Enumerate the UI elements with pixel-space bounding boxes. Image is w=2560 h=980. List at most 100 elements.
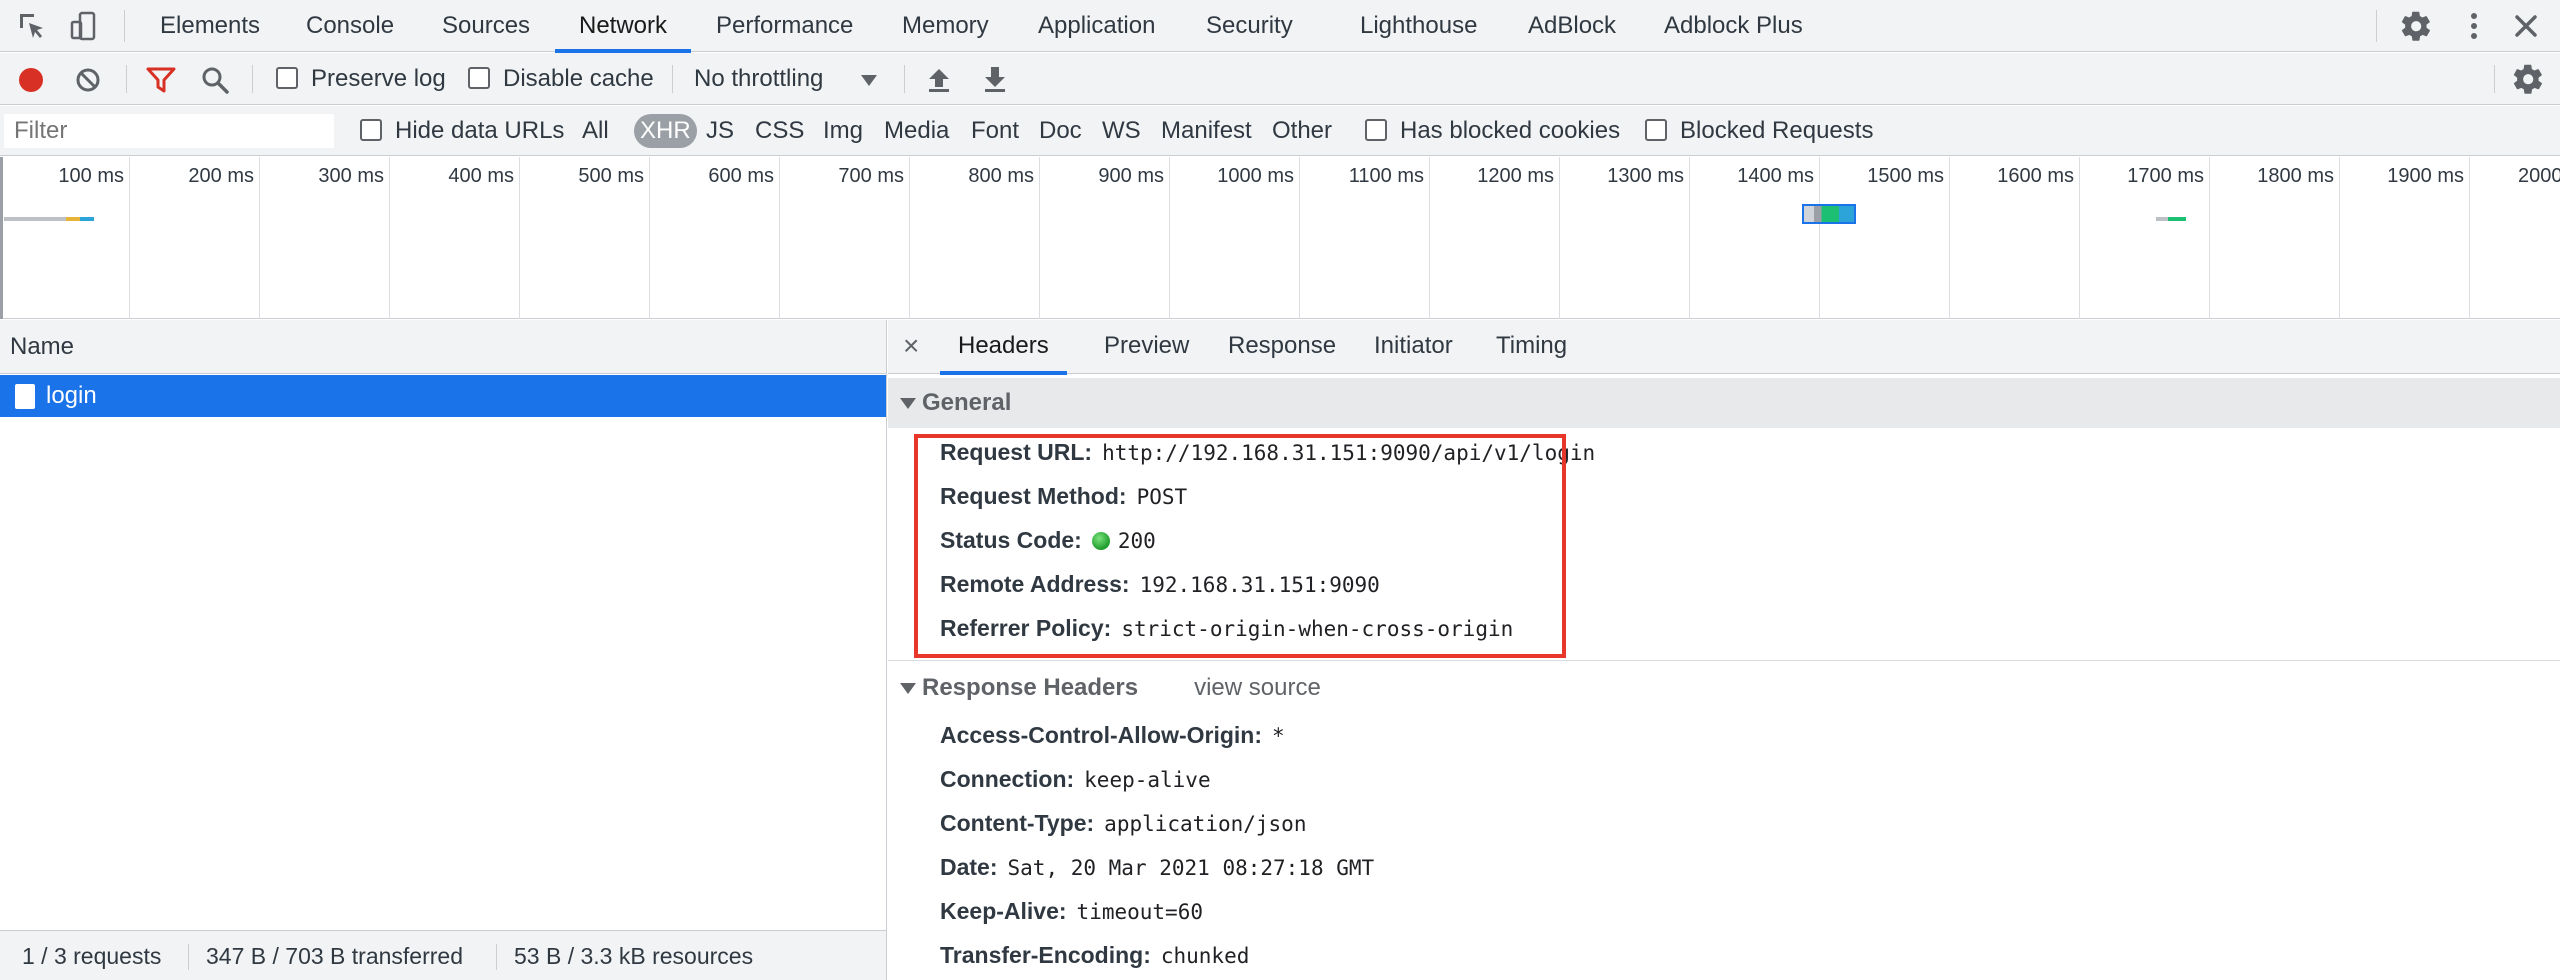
request-bar [66,217,80,221]
dropdown-arrow-icon[interactable] [860,73,878,87]
tab-timing[interactable]: Timing [1478,320,1585,374]
throttling-select[interactable]: No throttling [694,65,823,93]
network-settings-gear-icon[interactable] [2512,63,2544,95]
grid-line [1819,157,1820,319]
tab-elements[interactable]: Elements [136,0,284,52]
response-header-key: Content-Type: [940,810,1095,836]
filter-type-manifest[interactable]: Manifest [1155,114,1258,148]
tab-adblock-plus[interactable]: Adblock Plus [1640,0,1827,52]
selected-request-bar[interactable] [1802,204,1856,224]
grid-line [2339,157,2340,319]
request-bar [80,217,94,221]
request-row-login[interactable]: login [0,375,886,417]
tab-performance[interactable]: Performance [692,0,877,52]
close-details-icon[interactable]: × [903,330,919,362]
filter-type-img[interactable]: Img [817,114,869,148]
timeline-tick: 1500 ms [1867,165,1944,187]
filter-type-all[interactable]: All [576,114,615,148]
grid-line [779,157,780,319]
settings-gear-icon[interactable] [2400,10,2432,42]
tab-adblock[interactable]: AdBlock [1504,0,1640,52]
tab-headers[interactable]: Headers [940,320,1067,375]
preserve-log-checkbox[interactable] [276,67,298,89]
response-header-key: Transfer-Encoding: [940,942,1151,968]
record-icon[interactable] [16,65,46,95]
disable-cache-label: Disable cache [503,65,654,92]
has-blocked-cookies-checkbox[interactable] [1365,119,1387,141]
more-options-icon[interactable] [2458,10,2490,42]
toolbar-divider [904,65,905,93]
filter-icon[interactable] [146,66,176,94]
device-toolbar-icon[interactable] [68,10,100,42]
name-column-header[interactable]: Name [0,320,886,374]
export-har-icon[interactable] [982,65,1008,93]
tab-sources[interactable]: Sources [418,0,554,52]
view-source-link[interactable]: view source [1194,674,1321,701]
timeline-tick: 2000 ms [2518,165,2560,187]
collapse-triangle-icon [900,683,916,694]
response-header-row: Date: Sat, 20 Mar 2021 08:27:18 GMT [940,849,1374,885]
response-header-value: timeout=60 [1076,900,1203,924]
grid-line [1949,157,1950,319]
resources-size: 53 B / 3.3 kB resources [514,943,754,969]
timeline-tick: 700 ms [838,165,904,187]
grid-line [519,157,520,319]
request-bar [4,217,66,221]
timeline-tick: 1800 ms [2257,165,2334,187]
overview-left-handle[interactable] [0,157,3,319]
filter-type-media[interactable]: Media [878,114,955,148]
timeline-tick: 500 ms [578,165,644,187]
timeline-tick: 800 ms [968,165,1034,187]
grid-line [2469,157,2470,319]
response-header-value: chunked [1160,944,1250,968]
tab-network[interactable]: Network [555,0,692,53]
response-header-row: Transfer-Encoding: chunked [940,937,1249,973]
filter-bar: Hide data URLs All XHR JS CSS Img Media … [0,106,2560,156]
grid-line [259,157,260,319]
grid-line [1299,157,1300,319]
filter-type-doc[interactable]: Doc [1033,114,1088,148]
grid-line [129,157,130,319]
filter-type-font[interactable]: Font [965,114,1025,148]
inspect-element-icon[interactable] [16,10,48,42]
toolbar-divider [672,65,673,93]
blocked-requests-checkbox[interactable] [1645,119,1667,141]
grid-line [649,157,650,319]
timeline-tick: 200 ms [188,165,254,187]
timeline-tick: 100 ms [58,165,124,187]
tab-response[interactable]: Response [1210,320,1354,374]
tab-console[interactable]: Console [282,0,418,52]
filter-input[interactable] [4,114,334,148]
tab-application[interactable]: Application [1014,0,1179,52]
grid-line [1559,157,1560,319]
response-headers-section-header[interactable]: Response Headers view source [888,663,2560,713]
response-header-row: Keep-Alive: timeout=60 [940,893,1203,929]
disable-cache-checkbox[interactable] [468,67,490,89]
hide-data-urls-checkbox[interactable] [360,119,382,141]
summary-divider [188,944,189,970]
filter-type-xhr[interactable]: XHR [634,114,697,148]
response-header-value: application/json [1104,812,1307,836]
timeline-tick: 1100 ms [1348,165,1424,187]
response-header-key: Connection: [940,766,1075,792]
tab-lighthouse[interactable]: Lighthouse [1336,0,1501,52]
filter-type-other[interactable]: Other [1266,114,1338,148]
filter-type-ws[interactable]: WS [1096,114,1147,148]
response-header-row: Content-Type: application/json [940,805,1306,841]
clear-icon[interactable] [74,66,102,94]
tab-preview[interactable]: Preview [1086,320,1207,374]
general-section-header[interactable]: General [888,378,2560,428]
grid-line [2209,157,2210,319]
close-devtools-icon[interactable] [2510,10,2542,42]
timeline-tick: 300 ms [318,165,384,187]
import-har-icon[interactable] [926,65,952,93]
toolbar-divider [124,10,125,42]
tab-security[interactable]: Security [1182,0,1317,52]
search-icon[interactable] [200,65,230,95]
tab-memory[interactable]: Memory [878,0,1013,52]
network-overview-timeline[interactable]: 100 ms 200 ms 300 ms 400 ms 500 ms 600 m… [0,157,2560,319]
filter-type-css[interactable]: CSS [749,114,810,148]
tab-initiator[interactable]: Initiator [1356,320,1471,374]
filter-type-js[interactable]: JS [700,114,740,148]
response-header-row: Connection: keep-alive [940,761,1211,797]
